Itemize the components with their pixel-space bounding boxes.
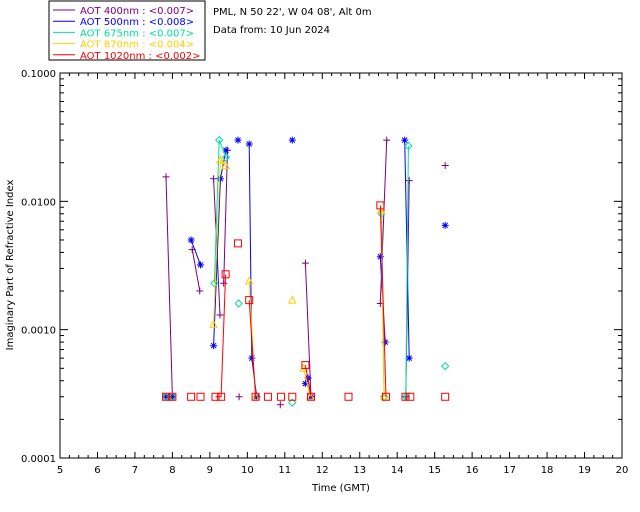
data-point-plus <box>196 287 204 295</box>
date-label: Data from: 10 Jun 2024 <box>213 25 330 36</box>
x-tick-label: 11 <box>278 465 291 476</box>
data-point-plus <box>220 279 228 287</box>
data-point-plus <box>441 162 449 170</box>
series-line <box>248 300 257 397</box>
data-point-plus <box>301 259 309 267</box>
x-tick-label: 17 <box>503 465 516 476</box>
x-axis: 5 6 7 8 9 10 11 12 13 14 15 16 17 18 19 20 <box>57 73 629 476</box>
data-point-square <box>196 392 205 401</box>
data-point-square <box>344 392 353 401</box>
x-tick-label: 13 <box>353 465 366 476</box>
data-point-diamond <box>234 299 243 308</box>
data-point-plus <box>235 393 243 401</box>
refractive-index-chart: AOT 400nm : <0.007>AOT 500nm : <0.008>AO… <box>5 0 629 494</box>
data-point-plus <box>162 173 170 181</box>
y-axis-label: Imaginary Part of Refractive Index <box>5 180 16 351</box>
legend-label-aot500: AOT 500nm : <0.008> <box>80 17 194 28</box>
x-tick-label: 18 <box>541 465 554 476</box>
x-tick-label: 20 <box>616 465 629 476</box>
x-tick-label: 15 <box>428 465 441 476</box>
x-tick-label: 8 <box>169 465 175 476</box>
site-label: PML, N 50 22', W 04 08', Alt 0m <box>213 7 372 18</box>
data-point-asterisk <box>210 342 218 350</box>
y-tick-label: 0.0001 <box>21 454 56 465</box>
data-point-plus <box>276 401 284 409</box>
data-point-square <box>277 392 286 401</box>
series-layer <box>161 135 450 409</box>
data-point-asterisk <box>245 140 253 148</box>
x-tick-label: 14 <box>391 465 404 476</box>
y-tick-label: 0.0010 <box>21 326 56 337</box>
legend-label-aot870: AOT 870nm : <0.004> <box>80 40 194 51</box>
plot-frame <box>59 72 623 459</box>
data-point-triangle <box>287 295 297 304</box>
data-point-asterisk <box>197 261 204 269</box>
data-point-square <box>263 392 272 401</box>
data-point-plus <box>383 136 391 144</box>
data-point-plus <box>216 311 224 319</box>
data-point-square <box>233 239 242 248</box>
x-tick-label: 16 <box>466 465 479 476</box>
x-tick-label: 12 <box>316 465 329 476</box>
series-line <box>223 150 228 284</box>
data-point-square <box>187 392 196 401</box>
x-tick-label: 7 <box>132 465 138 476</box>
data-point-asterisk <box>234 136 242 144</box>
data-point-asterisk <box>288 136 296 144</box>
legend: AOT 400nm : <0.007>AOT 500nm : <0.008>AO… <box>48 0 206 62</box>
data-point-diamond <box>440 361 450 371</box>
data-point-asterisk <box>405 354 413 362</box>
data-point-asterisk <box>376 253 384 261</box>
y-tick-label: 0.0100 <box>21 197 56 208</box>
x-tick-label: 10 <box>241 465 254 476</box>
data-point-plus <box>405 177 413 185</box>
x-tick-label: 19 <box>578 465 591 476</box>
data-point-plus <box>210 175 218 183</box>
data-point-asterisk <box>248 354 256 362</box>
x-tick-label: 6 <box>94 465 100 476</box>
legend-label-aot675: AOT 675nm : <0.007> <box>80 28 194 39</box>
data-point-asterisk <box>441 221 449 229</box>
y-tick-label: 0.1000 <box>21 69 56 80</box>
x-axis-label: Time (GMT) <box>311 483 370 494</box>
x-tick-label: 9 <box>207 465 213 476</box>
series-aot870 <box>209 155 389 401</box>
series-line <box>165 176 173 397</box>
legend-label-aot400: AOT 400nm : <0.007> <box>80 6 194 17</box>
data-point-asterisk <box>401 136 409 144</box>
data-point-square <box>441 392 450 401</box>
data-point-asterisk <box>187 236 195 244</box>
legend-label-aot1020: AOT 1020nm : <0.002> <box>80 51 200 62</box>
series-line <box>215 274 227 398</box>
x-tick-label: 5 <box>57 465 63 476</box>
y-axis: 0.0001 0.0010 0.0100 0.1000 <box>21 69 622 465</box>
series-line <box>191 249 201 292</box>
